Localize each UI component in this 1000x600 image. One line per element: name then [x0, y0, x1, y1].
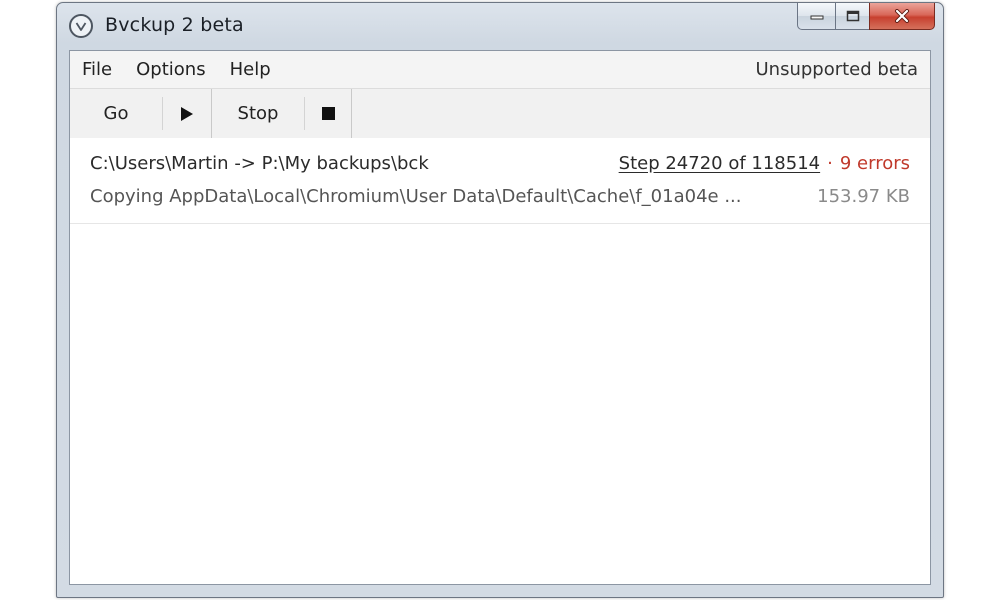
bvckup-logo-icon	[69, 14, 93, 38]
caption-buttons	[797, 3, 935, 30]
job-row[interactable]: C:\Users\Martin -> P:\My backups\bck Ste…	[70, 138, 930, 224]
job-status: Copying AppData\Local\Chromium\User Data…	[90, 186, 742, 207]
stop-group: Stop	[212, 89, 352, 138]
step-counter[interactable]: Step 24720 of 118514	[619, 153, 820, 174]
stop-square-button[interactable]	[305, 89, 351, 138]
error-count[interactable]: 9 errors	[840, 153, 910, 174]
go-play-button[interactable]	[163, 89, 211, 138]
play-icon	[181, 106, 193, 121]
maximize-button[interactable]	[835, 3, 869, 30]
close-button[interactable]	[869, 3, 935, 30]
minimize-button[interactable]	[797, 3, 835, 30]
go-button[interactable]: Go	[70, 89, 162, 138]
job-progress: Step 24720 of 118514 · 9 errors	[619, 151, 910, 177]
menu-file[interactable]: File	[70, 51, 124, 88]
maximize-icon	[846, 10, 859, 22]
unsupported-beta-label: Unsupported beta	[755, 59, 918, 80]
app-window: Bvckup 2 beta File Options Help Unsuppor…	[56, 2, 944, 598]
menu-bar: File Options Help Unsupported beta	[70, 51, 930, 88]
stop-button[interactable]: Stop	[212, 89, 304, 138]
minimize-icon	[810, 15, 823, 20]
go-group: Go	[70, 89, 212, 138]
client-area: File Options Help Unsupported beta Go St…	[69, 50, 931, 585]
file-size: 153.97 KB	[817, 186, 910, 207]
job-path: C:\Users\Martin -> P:\My backups\bck	[90, 153, 429, 174]
window-title: Bvckup 2 beta	[105, 14, 244, 36]
menu-options[interactable]: Options	[124, 51, 217, 88]
job-status-line: Copying AppData\Local\Chromium\User Data…	[90, 184, 910, 210]
menu-help[interactable]: Help	[218, 51, 283, 88]
job-header-line: C:\Users\Martin -> P:\My backups\bck Ste…	[90, 151, 910, 177]
stop-label: Stop	[237, 103, 279, 124]
title-bar[interactable]: Bvckup 2 beta	[57, 3, 943, 49]
job-list: C:\Users\Martin -> P:\My backups\bck Ste…	[70, 138, 930, 584]
go-label: Go	[103, 103, 129, 124]
close-icon	[895, 9, 909, 23]
separator-dot: ·	[827, 153, 833, 174]
stop-icon	[321, 107, 335, 120]
toolbar: Go Stop	[70, 88, 930, 139]
